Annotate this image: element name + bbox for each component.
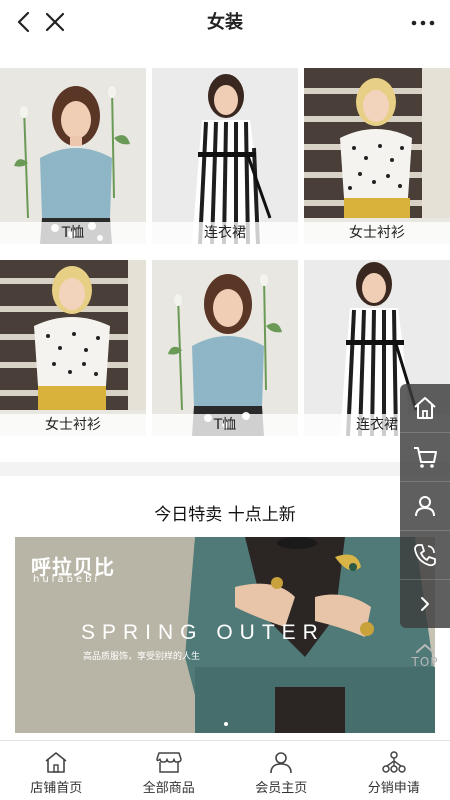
distribution-icon xyxy=(382,751,406,773)
nav-label: 全部商品 xyxy=(142,781,195,796)
nav-label: 店铺首页 xyxy=(30,781,83,796)
floating-sidebar xyxy=(400,384,450,628)
nav-item-distribution[interactable]: 分销申请 xyxy=(338,741,450,800)
product-label: 女士衬衫 xyxy=(0,414,146,436)
section-divider xyxy=(0,462,450,476)
user-icon xyxy=(415,495,435,516)
sidebar-user-button[interactable] xyxy=(400,481,450,529)
sidebar-cart-button[interactable] xyxy=(400,432,450,480)
nav-item-store-home[interactable]: 店铺首页 xyxy=(0,741,113,800)
section-title: 今日特卖 十点上新 xyxy=(154,505,296,525)
store-home-icon xyxy=(45,752,67,773)
product-image xyxy=(0,68,146,244)
more-dots-icon[interactable] xyxy=(410,11,436,35)
product-label: T恤 xyxy=(152,414,298,436)
product-tile[interactable]: T恤 xyxy=(152,260,298,436)
product-label: 女士衬衫 xyxy=(304,222,450,244)
nav-label: 会员主页 xyxy=(255,781,308,796)
product-tile[interactable]: 连衣裙 xyxy=(152,68,298,244)
product-tile[interactable]: T恤 xyxy=(0,68,146,244)
category-grid: T恤 连衣裙 女士衬衫 女士衬衫 T恤 连衣裙 xyxy=(0,68,450,440)
shop-icon xyxy=(156,752,182,773)
back-to-top-label: TOP xyxy=(411,655,439,669)
banner-headline: SPRING OUTER xyxy=(81,621,325,644)
nav-label: 分销申请 xyxy=(367,781,420,796)
sidebar-collapse-button[interactable] xyxy=(400,579,450,627)
promo-banner[interactable]: 呼拉贝比 hulabebi SPRING OUTER 高品质服饰，享受别样的人生 xyxy=(15,537,435,733)
product-image xyxy=(152,68,298,244)
nav-item-member[interactable]: 会员主页 xyxy=(225,741,338,800)
carousel-indicator xyxy=(224,722,228,726)
chevron-left-icon[interactable] xyxy=(12,10,36,34)
sidebar-home-button[interactable] xyxy=(400,384,450,432)
product-label: T恤 xyxy=(0,222,146,244)
member-icon xyxy=(270,752,293,774)
top-bar: 女装 xyxy=(0,0,450,46)
phone-icon xyxy=(414,543,436,566)
cart-icon xyxy=(414,446,437,468)
nav-item-all-products[interactable]: 全部商品 xyxy=(113,741,226,800)
banner-slogan: 高品质服饰，享受别样的人生 xyxy=(83,652,201,662)
brand-subtitle: hulabebi xyxy=(33,574,101,585)
product-tile[interactable]: 女士衬衫 xyxy=(304,68,450,244)
bottom-nav: 店铺首页 全部商品 会员主页 分销申请 xyxy=(0,740,450,800)
chevron-right-icon xyxy=(421,596,429,611)
page-title: 女装 xyxy=(207,12,243,33)
product-tile[interactable]: 女士衬衫 xyxy=(0,260,146,436)
sidebar-phone-button[interactable] xyxy=(400,530,450,578)
product-label: 连衣裙 xyxy=(152,222,298,244)
product-image xyxy=(304,68,450,244)
product-image xyxy=(0,260,146,436)
back-to-top-button[interactable]: TOP xyxy=(406,642,444,672)
chevron-up-icon xyxy=(416,644,434,653)
product-image xyxy=(152,260,298,436)
home-icon xyxy=(414,397,436,419)
close-icon[interactable] xyxy=(44,11,66,33)
